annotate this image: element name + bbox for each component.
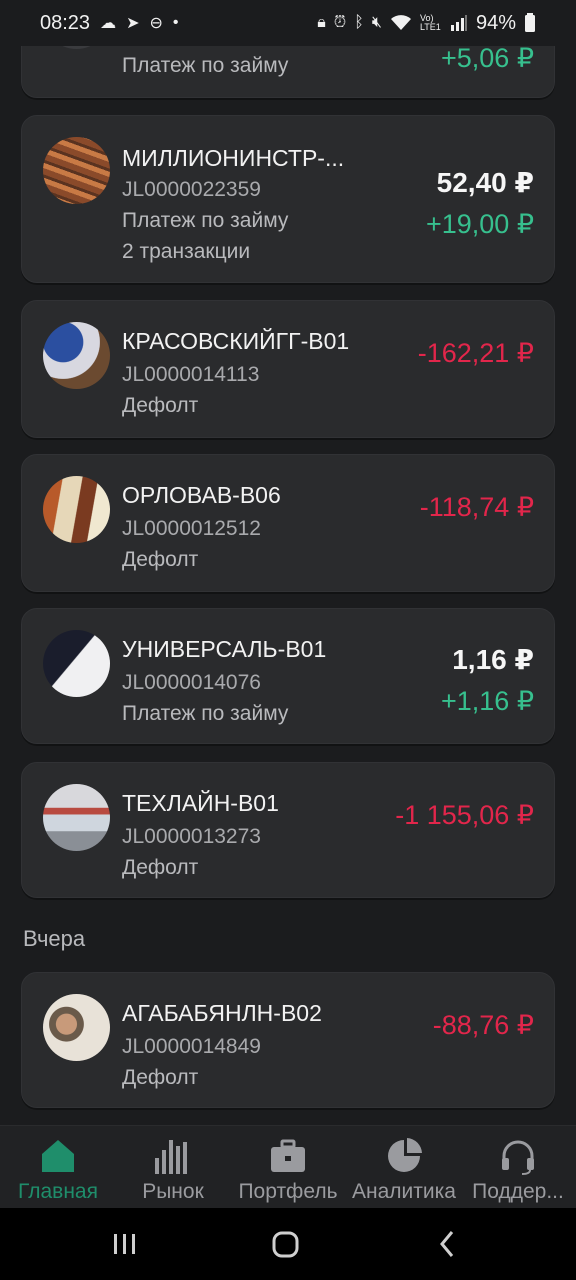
tab-label: Аналитика	[352, 1180, 456, 1203]
borrower-name: ТЕХЛАЙН-В01	[122, 790, 279, 816]
avatar	[43, 994, 110, 1061]
tab-support[interactable]: Поддер...	[466, 1136, 570, 1204]
borrower-name: АГАБАБЯНЛН-В02	[122, 1000, 322, 1026]
avatar	[43, 630, 110, 697]
borrower-name: КРАСОВСКИЙГГ-В01	[122, 328, 350, 354]
alarm-icon: ⏰︎	[333, 14, 347, 31]
bottom-tab-bar: Главная Рынок Портфель Аналитика Поддер.…	[0, 1125, 576, 1208]
headset-icon	[502, 1140, 534, 1175]
amount: 52,40 ₽	[436, 167, 534, 198]
section-header-yesterday: Вчера	[23, 926, 86, 951]
lock-icon: 🔒︎	[317, 14, 326, 31]
transaction-type: Дефолт	[122, 1066, 199, 1089]
status-time: 08:23	[40, 11, 91, 34]
loan-code: JL0000012512	[122, 517, 261, 540]
avatar	[43, 137, 110, 204]
back-button[interactable]	[437, 1226, 457, 1262]
loan-code: JL0000014113	[122, 363, 260, 386]
screen: 08:23 ☁ ➤ ⊖ • 🔒︎ ⏰︎ ᛒ 🔇︎ Vo) LTE1 94% Пл…	[0, 0, 576, 1280]
network-type: Vo) LTE1	[419, 13, 441, 32]
amount-change: -118,74 ₽	[419, 492, 534, 522]
tab-label: Рынок	[142, 1180, 204, 1203]
status-bar: 08:23 ☁ ➤ ⊖ • 🔒︎ ⏰︎ ᛒ 🔇︎ Vo) LTE1 94%	[0, 0, 576, 46]
avatar	[43, 784, 110, 851]
tab-home[interactable]: Главная	[14, 1136, 102, 1204]
borrower-name: МИЛЛИОНИНСТР-...	[122, 145, 345, 171]
transaction-type: Дефолт	[122, 394, 199, 417]
transaction-card[interactable]: ТЕХЛАЙН-В01 JL0000013273 Дефолт -1 155,0…	[21, 762, 555, 898]
amount: 1,16 ₽	[452, 644, 534, 675]
do-not-disturb-icon: ⊖	[149, 15, 163, 32]
transaction-card[interactable]: КРАСОВСКИЙГГ-В01 JL0000014113 Дефолт -16…	[21, 300, 555, 438]
wifi-icon	[390, 15, 411, 30]
briefcase-icon	[271, 1139, 305, 1172]
cloud-icon: ☁	[100, 15, 117, 32]
avatar	[43, 322, 110, 389]
tab-label: Поддер...	[472, 1180, 564, 1203]
bluetooth-icon: ᛒ	[354, 14, 364, 31]
bar-chart-icon	[155, 1140, 187, 1174]
tab-analytics[interactable]: Аналитика	[348, 1136, 460, 1204]
transaction-type: Платеж по займу	[122, 702, 289, 725]
transaction-card[interactable]: ОРЛОВАВ-В06 JL0000012512 Дефолт -118,74 …	[21, 454, 555, 592]
borrower-name: УНИВЕРСАЛЬ-В01	[122, 636, 327, 662]
system-nav-bar	[0, 1208, 576, 1280]
telegram-icon: ➤	[126, 15, 140, 32]
home-button[interactable]	[272, 1226, 300, 1262]
mute-icon: 🔇︎	[371, 14, 382, 31]
transaction-type: Платеж по займу	[122, 54, 289, 77]
transaction-card[interactable]: УНИВЕРСАЛЬ-В01 JL0000014076 Платеж по за…	[21, 608, 555, 744]
transaction-card[interactable]: АГАБАБЯНЛН-В02 JL0000014849 Дефолт -88,7…	[21, 972, 555, 1108]
loan-code: JL0000014076	[122, 671, 261, 694]
amount-change: -88,76 ₽	[432, 1010, 534, 1040]
amount-change: +19,00 ₽	[425, 209, 534, 239]
transaction-type: Платеж по займу	[122, 209, 289, 232]
signal-icon	[450, 15, 467, 31]
amount-change: +1,16 ₽	[441, 686, 534, 716]
loan-code: JL0000014849	[122, 1035, 261, 1058]
recent-apps-button[interactable]	[112, 1226, 138, 1262]
amount-change: -162,21 ₽	[417, 338, 534, 368]
amount-change: +5,06 ₽	[441, 43, 534, 73]
avatar	[43, 476, 110, 543]
transactions-feed[interactable]: Платеж по займу +5,06 ₽ МИЛЛИОНИНСТР-...…	[0, 0, 576, 1125]
transaction-type: Дефолт	[122, 856, 199, 879]
loan-code: JL0000022359	[122, 178, 261, 201]
transaction-type: Дефолт	[122, 548, 199, 571]
tab-market[interactable]: Рынок	[130, 1136, 216, 1204]
tab-label: Портфель	[238, 1180, 338, 1203]
transaction-card[interactable]: МИЛЛИОНИНСТР-... JL0000022359 Платеж по …	[21, 115, 555, 283]
borrower-name: ОРЛОВАВ-В06	[122, 482, 281, 508]
transaction-count: 2 транзакции	[122, 240, 251, 263]
battery-percent: 94%	[475, 11, 516, 34]
amount-change: -1 155,06 ₽	[395, 800, 534, 830]
loan-code: JL0000013273	[122, 825, 261, 848]
tab-label: Главная	[18, 1180, 98, 1203]
pie-chart-icon	[388, 1138, 422, 1172]
notification-dot-icon: •	[172, 14, 179, 31]
home-icon	[42, 1140, 74, 1172]
tab-portfolio[interactable]: Портфель	[234, 1136, 342, 1204]
battery-icon	[525, 13, 535, 32]
